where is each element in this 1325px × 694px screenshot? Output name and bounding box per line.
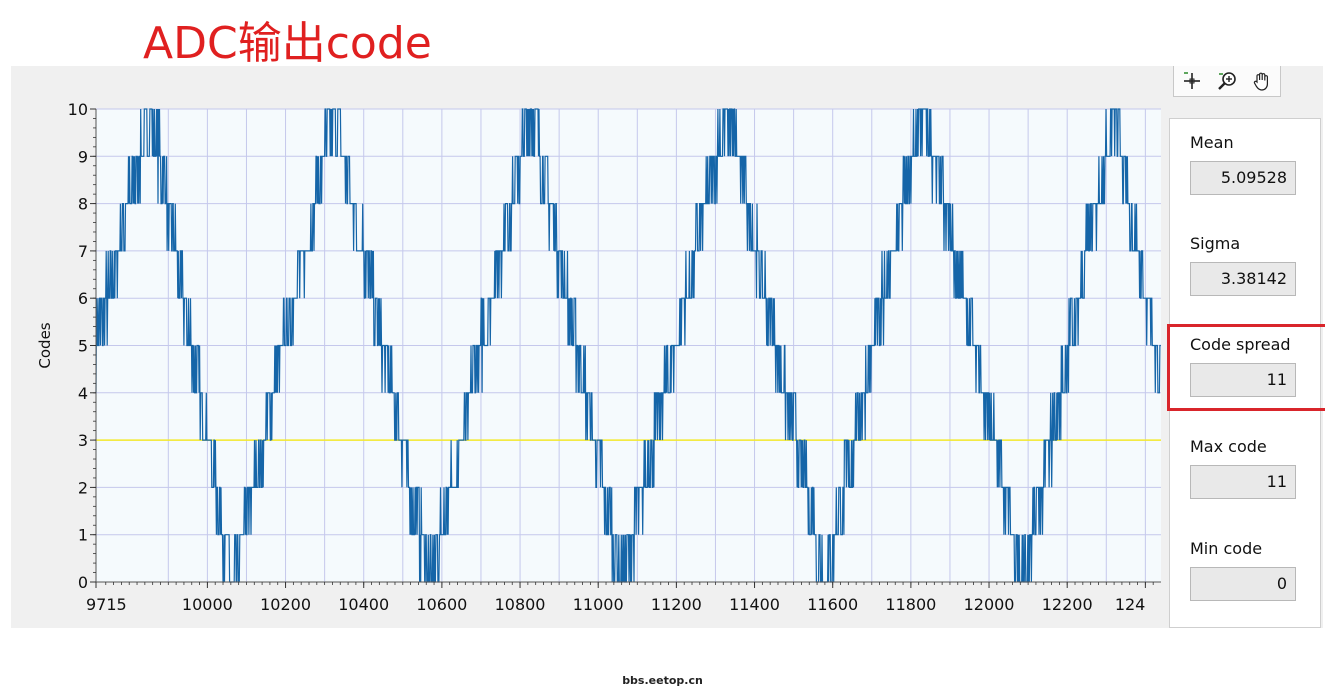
min-code-value: 0 xyxy=(1190,567,1296,601)
x-tick-label: 9715 xyxy=(86,595,127,614)
stat-sigma: Sigma 3.38142 xyxy=(1190,233,1298,296)
stat-max-code: Max code 11 xyxy=(1190,436,1298,499)
y-tick-label: 6 xyxy=(78,289,88,308)
mean-label: Mean xyxy=(1190,133,1234,152)
y-tick-label: 3 xyxy=(78,431,88,450)
y-tick-label: 2 xyxy=(78,478,88,497)
stat-min-code: Min code 0 xyxy=(1190,538,1298,601)
y-tick-label: 10 xyxy=(68,100,88,119)
x-tick-label: 10000 xyxy=(182,595,233,614)
x-tick-label: 11400 xyxy=(729,595,780,614)
x-tick-label: 10600 xyxy=(416,595,467,614)
y-tick-label: 0 xyxy=(78,573,88,592)
y-tick-label: 7 xyxy=(78,242,88,261)
y-tick-label: 9 xyxy=(78,147,88,166)
x-tick-label: 11600 xyxy=(807,595,858,614)
x-tick-label: 10800 xyxy=(495,595,546,614)
pan-hand-icon[interactable] xyxy=(1249,68,1275,94)
crosshair-icon[interactable] xyxy=(1179,68,1205,94)
x-tick-label: 10400 xyxy=(338,595,389,614)
sigma-label: Sigma xyxy=(1190,234,1241,253)
y-axis-label: Codes xyxy=(36,322,54,368)
zoom-icon[interactable] xyxy=(1214,68,1240,94)
x-tick-label: 11000 xyxy=(573,595,624,614)
x-tick-label: 124 xyxy=(1115,595,1146,614)
x-tick-label: 11800 xyxy=(885,595,936,614)
mean-value: 5.09528 xyxy=(1190,161,1296,195)
waveform-chart: 0 1 2 3 4 5 6 7 8 9 10 9715 10000 10200 10400 10600 1080… xyxy=(36,100,1161,614)
y-tick-label: 5 xyxy=(78,337,88,356)
max-code-value: 11 xyxy=(1190,465,1296,499)
y-tick-label: 8 xyxy=(78,195,88,214)
x-tick-label: 10200 xyxy=(260,595,311,614)
y-tick-label: 4 xyxy=(78,384,88,403)
x-tick-label: 12200 xyxy=(1042,595,1093,614)
code-spread-highlight-box xyxy=(1167,324,1325,411)
x-tick-label: 11200 xyxy=(651,595,702,614)
stat-mean: Mean 5.09528 xyxy=(1190,132,1298,195)
sigma-value: 3.38142 xyxy=(1190,262,1296,296)
y-tick-label: 1 xyxy=(78,526,88,545)
max-code-label: Max code xyxy=(1190,437,1267,456)
watermark: bbs.eetop.cn xyxy=(622,674,703,687)
page-title: ADC输出code xyxy=(143,18,432,69)
graph-palette xyxy=(1173,66,1281,97)
x-tick-label: 12000 xyxy=(964,595,1015,614)
min-code-label: Min code xyxy=(1190,539,1263,558)
